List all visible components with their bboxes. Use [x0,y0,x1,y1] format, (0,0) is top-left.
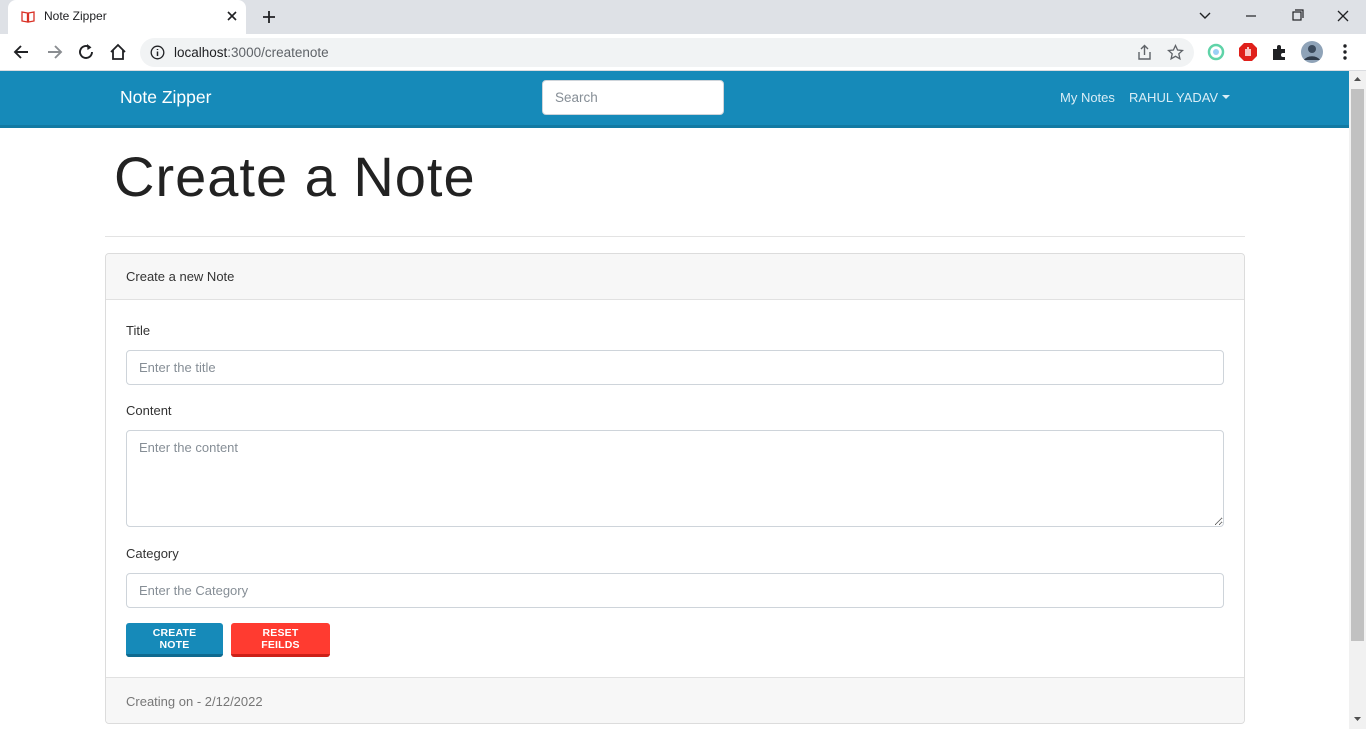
app-navbar: Note Zipper My Notes RAHUL YADAV [0,71,1349,128]
close-tab-icon[interactable] [224,8,240,24]
new-tab-icon[interactable] [260,8,278,26]
url-host: localhost [174,45,228,60]
browser-tab[interactable]: Note Zipper [8,0,246,34]
adblock-icon[interactable] [1238,42,1258,62]
card-header: Create a new Note [106,254,1244,300]
category-input[interactable] [126,573,1224,608]
scrollbar-thumb[interactable] [1351,89,1364,641]
share-icon[interactable] [1136,44,1153,61]
book-icon [21,11,35,23]
user-name: RAHUL YADAV [1129,90,1219,105]
address-bar[interactable]: localhost:3000/createnote [140,38,1194,67]
scroll-down-icon[interactable] [1353,715,1362,723]
user-menu-dropdown[interactable]: RAHUL YADAV [1129,90,1231,105]
tab-title: Note Zipper [44,9,107,23]
page-title: Create a Note [114,145,476,208]
back-icon[interactable] [12,42,32,62]
browser-menu-icon[interactable] [1335,42,1355,62]
brand-logo[interactable]: Note Zipper [120,87,211,108]
title-input[interactable] [126,350,1224,385]
scroll-up-icon[interactable] [1353,75,1362,83]
minimize-icon[interactable] [1239,6,1263,26]
create-note-button[interactable]: CREATE NOTE [126,623,223,657]
tab-search-icon[interactable] [1193,6,1217,26]
reload-icon[interactable] [76,42,96,62]
extensions-puzzle-icon[interactable] [1270,42,1290,62]
category-label: Category [126,546,179,561]
profile-avatar[interactable] [1301,41,1323,63]
title-label: Title [126,323,151,338]
home-icon[interactable] [108,42,128,62]
browser-toolbar: localhost:3000/createnote [0,34,1366,71]
nav-my-notes[interactable]: My Notes [1060,90,1115,105]
site-info-icon[interactable] [150,45,165,60]
content-label: Content [126,403,172,418]
caret-down-icon [1222,95,1231,99]
restore-icon[interactable] [1285,6,1309,26]
content-textarea[interactable] [126,430,1224,527]
card-footer: Creating on - 2/12/2022 [106,677,1244,723]
bookmark-star-icon[interactable] [1167,44,1184,61]
reset-fields-button[interactable]: RESET FEILDS [231,623,330,657]
extension-circle-icon[interactable] [1206,42,1226,62]
forward-icon[interactable] [44,42,64,62]
url-path: :3000/createnote [227,45,329,60]
card-header-text: Create a new Note [126,269,235,284]
create-note-card: Create a new Note Title Content Category… [105,253,1245,724]
close-window-icon[interactable] [1331,6,1355,26]
page-scrollbar[interactable] [1349,71,1366,729]
creation-date: Creating on - 2/12/2022 [126,694,263,709]
url-text: localhost:3000/createnote [174,45,329,60]
search-input[interactable] [542,80,724,115]
browser-tab-bar: Note Zipper [0,0,1366,34]
title-divider [105,236,1245,237]
